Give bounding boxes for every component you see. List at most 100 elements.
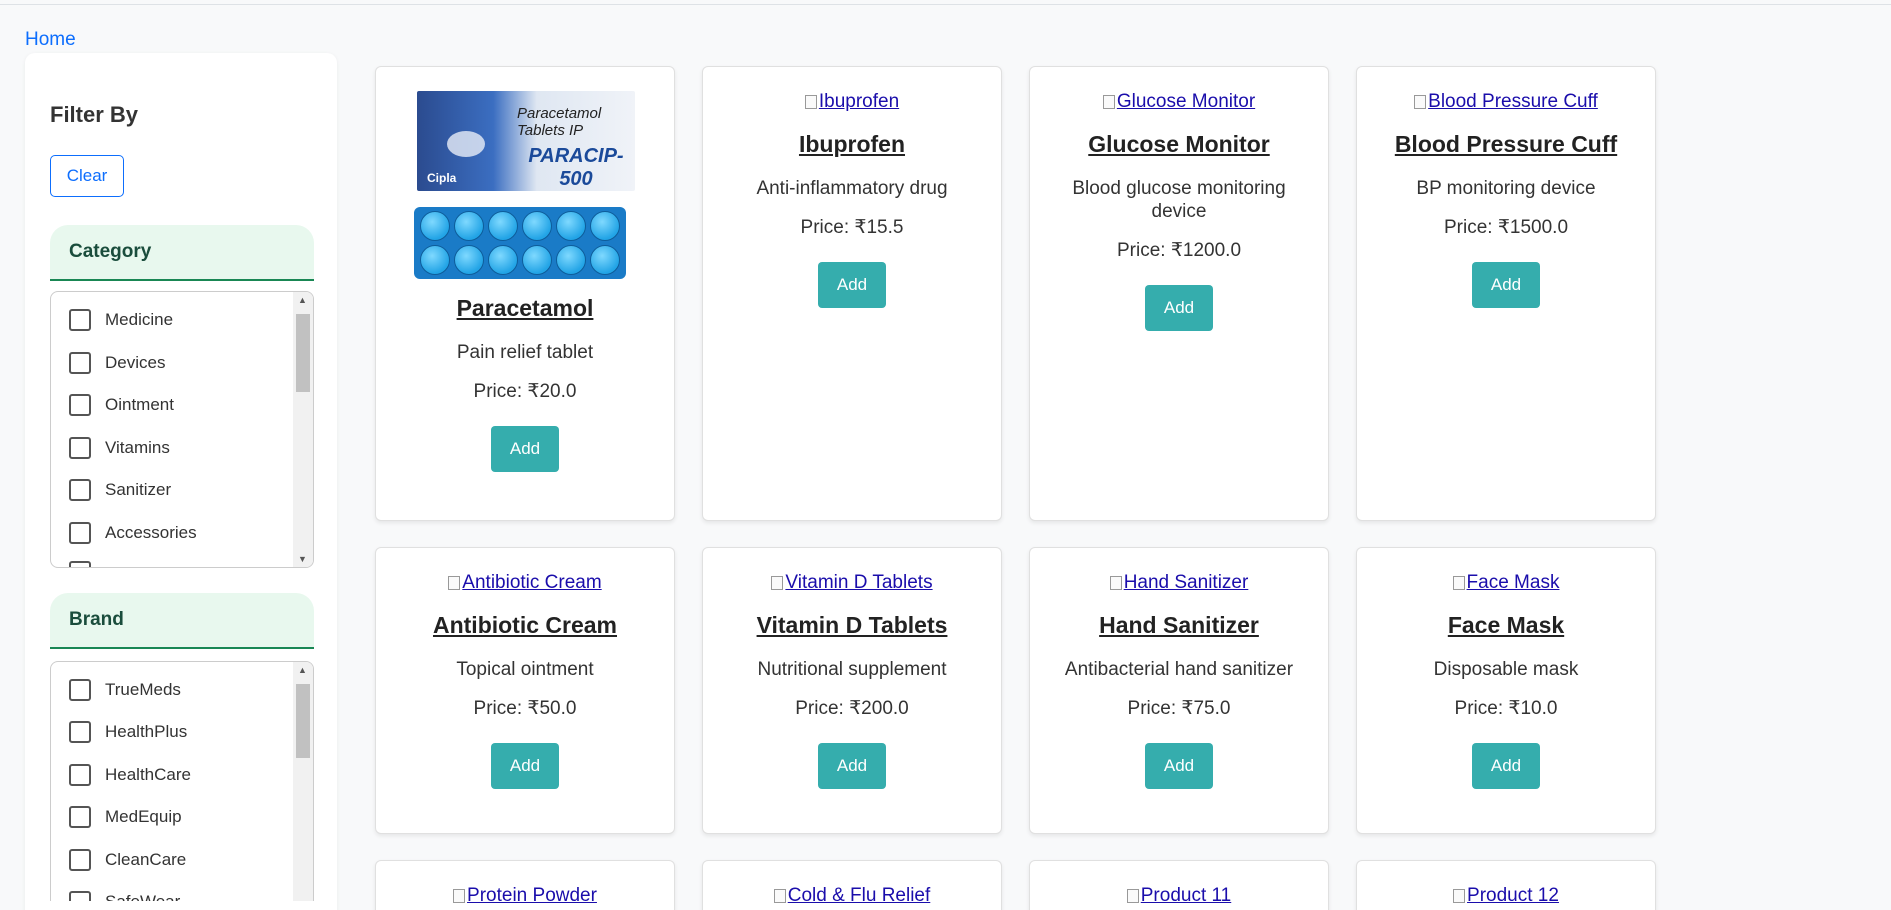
product-image-link[interactable]: Antibiotic Cream xyxy=(376,572,674,596)
product-title[interactable]: Hand Sanitizer xyxy=(1030,612,1328,642)
category-header[interactable]: Category xyxy=(50,225,314,281)
brand-scrollbar[interactable]: ▲ xyxy=(293,662,313,901)
add-to-cart-button[interactable]: Add xyxy=(1472,262,1540,308)
scroll-thumb[interactable] xyxy=(296,314,310,392)
add-to-cart-button[interactable]: Add xyxy=(491,743,559,789)
broken-image-icon xyxy=(1414,95,1427,109)
product-card: Product 12 xyxy=(1356,860,1656,910)
add-to-cart-button[interactable]: Add xyxy=(1472,743,1540,789)
home-link[interactable]: Home xyxy=(25,29,76,51)
category-item[interactable]: Accessories xyxy=(69,521,197,545)
clear-filters-button[interactable]: Clear xyxy=(50,155,124,197)
brand-list[interactable]: TrueMeds HealthPlus HealthCare MedEquip … xyxy=(50,661,314,901)
checkbox[interactable] xyxy=(69,437,91,459)
broken-image-icon xyxy=(771,576,784,590)
checkbox[interactable] xyxy=(69,394,91,416)
checkbox[interactable] xyxy=(69,891,91,901)
product-description: Blood glucose monitoring device xyxy=(1072,178,1286,222)
scroll-down-arrow-icon[interactable]: ▼ xyxy=(298,554,307,564)
add-to-cart-button[interactable]: Add xyxy=(491,426,559,472)
brand-item[interactable]: HealthCare xyxy=(69,763,191,787)
product-price: Price: ₹200.0 xyxy=(795,698,909,719)
product-title[interactable]: Face Mask xyxy=(1357,612,1655,642)
scroll-up-arrow-icon[interactable]: ▲ xyxy=(298,295,307,305)
product-image-link[interactable]: Glucose Monitor xyxy=(1030,91,1328,115)
checkbox[interactable] xyxy=(69,309,91,331)
product-image-link[interactable]: Vitamin D Tablets xyxy=(703,572,1001,596)
category-list[interactable]: Medicine Devices Ointment Vitamins Sanit… xyxy=(50,291,314,568)
checkbox[interactable] xyxy=(69,479,91,501)
product-title[interactable]: Glucose Monitor xyxy=(1030,131,1328,161)
category-item-partial xyxy=(69,560,105,567)
checkbox[interactable] xyxy=(69,679,91,701)
category-item[interactable]: Vitamins xyxy=(69,436,170,460)
product-description: BP monitoring device xyxy=(1416,178,1596,199)
checkbox[interactable] xyxy=(69,721,91,743)
brand-item[interactable]: TrueMeds xyxy=(69,678,181,702)
broken-image-icon xyxy=(448,576,461,590)
product-image-link[interactable]: Product 11 xyxy=(1030,885,1328,909)
add-to-cart-button[interactable]: Add xyxy=(1145,285,1213,331)
product-image-link[interactable]: Product 12 xyxy=(1357,885,1655,909)
product-description: Antibacterial hand sanitizer xyxy=(1064,659,1294,680)
product-card: Cold & Flu Relief xyxy=(702,860,1002,910)
brand-item[interactable]: HealthPlus xyxy=(69,720,187,744)
product-card: Product 11 xyxy=(1029,860,1329,910)
product-card: Blood Pressure Cuff Blood Pressure Cuff … xyxy=(1356,66,1656,521)
product-price: Price: ₹1200.0 xyxy=(1116,240,1242,261)
product-description: Anti-inflammatory drug xyxy=(756,178,948,199)
category-item[interactable]: Devices xyxy=(69,351,165,375)
product-card: Antibiotic Cream Antibiotic Cream Topica… xyxy=(375,547,675,834)
product-card: Glucose Monitor Glucose Monitor Blood gl… xyxy=(1029,66,1329,521)
checkbox[interactable] xyxy=(69,806,91,828)
add-to-cart-button[interactable]: Add xyxy=(818,743,886,789)
checkbox[interactable] xyxy=(69,522,91,544)
product-description: Disposable mask xyxy=(1433,659,1579,680)
brand-item[interactable]: CleanCare xyxy=(69,848,186,872)
scroll-thumb[interactable] xyxy=(296,684,310,758)
product-image-link[interactable]: Protein Powder xyxy=(376,885,674,909)
broken-image-icon xyxy=(1109,576,1122,590)
product-image-link[interactable]: Face Mask xyxy=(1357,572,1655,596)
product-image[interactable]: Paracetamol Tablets IP PARACIP-500 Cipla xyxy=(414,91,636,279)
product-card: Hand Sanitizer Hand Sanitizer Antibacter… xyxy=(1029,547,1329,834)
top-divider xyxy=(0,4,1891,5)
add-to-cart-button[interactable]: Add xyxy=(1145,743,1213,789)
product-image-link[interactable]: Ibuprofen xyxy=(703,91,1001,115)
brand-item[interactable]: MedEquip xyxy=(69,805,182,829)
brand-item[interactable]: SafeWear xyxy=(69,890,180,901)
scroll-up-arrow-icon[interactable]: ▲ xyxy=(298,665,307,675)
product-title[interactable]: Paracetamol xyxy=(376,295,674,325)
checkbox[interactable] xyxy=(69,849,91,871)
product-image-link[interactable]: Blood Pressure Cuff xyxy=(1357,91,1655,115)
product-price: Price: ₹20.0 xyxy=(473,381,577,402)
filter-title: Filter By xyxy=(50,102,139,127)
filter-sidebar: Filter By Clear Category Medicine Device… xyxy=(25,53,337,910)
checkbox[interactable] xyxy=(69,764,91,786)
brand-header[interactable]: Brand xyxy=(50,593,314,649)
product-image-link[interactable]: Cold & Flu Relief xyxy=(703,885,1001,909)
product-price: Price: ₹15.5 xyxy=(800,217,904,238)
category-item[interactable]: Sanitizer xyxy=(69,478,171,502)
product-title[interactable]: Antibiotic Cream xyxy=(376,612,674,642)
broken-image-icon xyxy=(1102,95,1115,109)
product-card: Vitamin D Tablets Vitamin D Tablets Nutr… xyxy=(702,547,1002,834)
broken-image-icon xyxy=(453,889,466,903)
product-title[interactable]: Blood Pressure Cuff xyxy=(1357,131,1655,161)
product-image-link[interactable]: Hand Sanitizer xyxy=(1030,572,1328,596)
add-to-cart-button[interactable]: Add xyxy=(818,262,886,308)
product-description: Nutritional supplement xyxy=(757,659,947,680)
category-item[interactable]: Medicine xyxy=(69,308,173,332)
checkbox[interactable] xyxy=(69,561,91,567)
product-card: Face Mask Face Mask Disposable mask Pric… xyxy=(1356,547,1656,834)
blister-pack xyxy=(414,207,626,279)
broken-image-icon xyxy=(1126,889,1139,903)
product-description: Pain relief tablet xyxy=(456,342,594,363)
product-title[interactable]: Ibuprofen xyxy=(703,131,1001,161)
product-card: Protein Powder xyxy=(375,860,675,910)
category-scrollbar[interactable]: ▲ ▼ xyxy=(293,292,313,567)
product-price: Price: ₹75.0 xyxy=(1127,698,1231,719)
product-title[interactable]: Vitamin D Tablets xyxy=(703,612,1001,642)
category-item[interactable]: Ointment xyxy=(69,393,174,417)
checkbox[interactable] xyxy=(69,352,91,374)
